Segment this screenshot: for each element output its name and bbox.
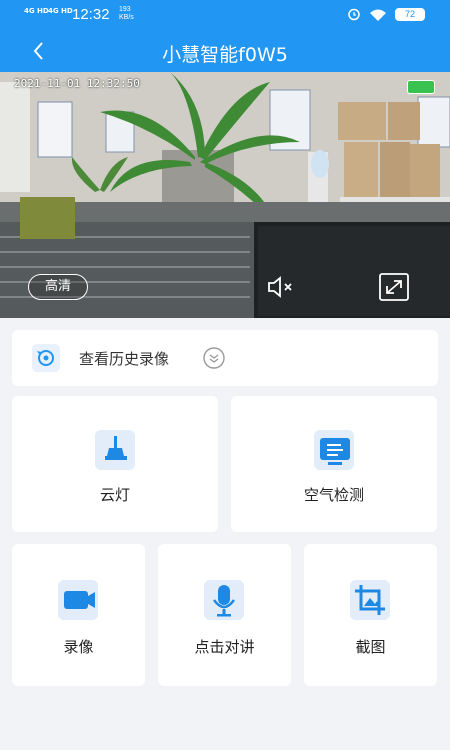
record-tile[interactable]: 录像 xyxy=(12,544,145,686)
air-detect-label: 空气检测 xyxy=(303,486,364,504)
network-speed: 193 KB/s xyxy=(119,6,134,21)
video-timestamp: 2021-11-01 12:32:50 xyxy=(14,77,140,90)
intercom-tile[interactable]: 点击对讲 xyxy=(158,544,291,686)
air-detect-tile[interactable]: 空气检测 xyxy=(231,396,437,532)
title-bar: 小慧智能f0W5 xyxy=(0,30,450,72)
quality-toggle-button[interactable]: 高清 xyxy=(28,274,88,300)
wifi-icon xyxy=(370,9,386,21)
screenshot-tile[interactable]: 截图 xyxy=(304,544,437,686)
microphone-icon xyxy=(204,580,244,620)
device-battery-icon xyxy=(407,80,435,94)
fullscreen-icon[interactable] xyxy=(378,272,410,302)
history-recording-card[interactable]: 查看历史录像 xyxy=(12,330,438,386)
page-title: 小慧智能f0W5 xyxy=(162,44,288,66)
alarm-icon xyxy=(348,8,360,21)
lamp-tile[interactable]: 云灯 xyxy=(12,396,218,532)
history-label: 查看历史录像 xyxy=(79,350,170,368)
screenshot-label: 截图 xyxy=(355,638,386,656)
battery-indicator: 72 xyxy=(395,8,425,21)
signal-indicator-2: 4G HD xyxy=(48,7,73,15)
signal-indicator-1: 4G HD xyxy=(24,7,49,15)
record-label: 录像 xyxy=(63,638,94,656)
status-bar: 4G HD 4G HD 12:32 193 KB/s 72 xyxy=(0,0,450,30)
air-detect-icon xyxy=(314,430,354,470)
chevron-down-icon[interactable] xyxy=(202,346,226,370)
mute-icon[interactable] xyxy=(266,274,296,300)
crop-icon xyxy=(350,580,390,620)
intercom-label: 点击对讲 xyxy=(194,638,255,656)
lamp-icon xyxy=(95,430,135,470)
history-icon xyxy=(32,344,60,372)
status-time: 12:32 xyxy=(72,6,110,23)
video-camera-icon xyxy=(58,580,98,620)
lamp-label: 云灯 xyxy=(99,486,130,504)
